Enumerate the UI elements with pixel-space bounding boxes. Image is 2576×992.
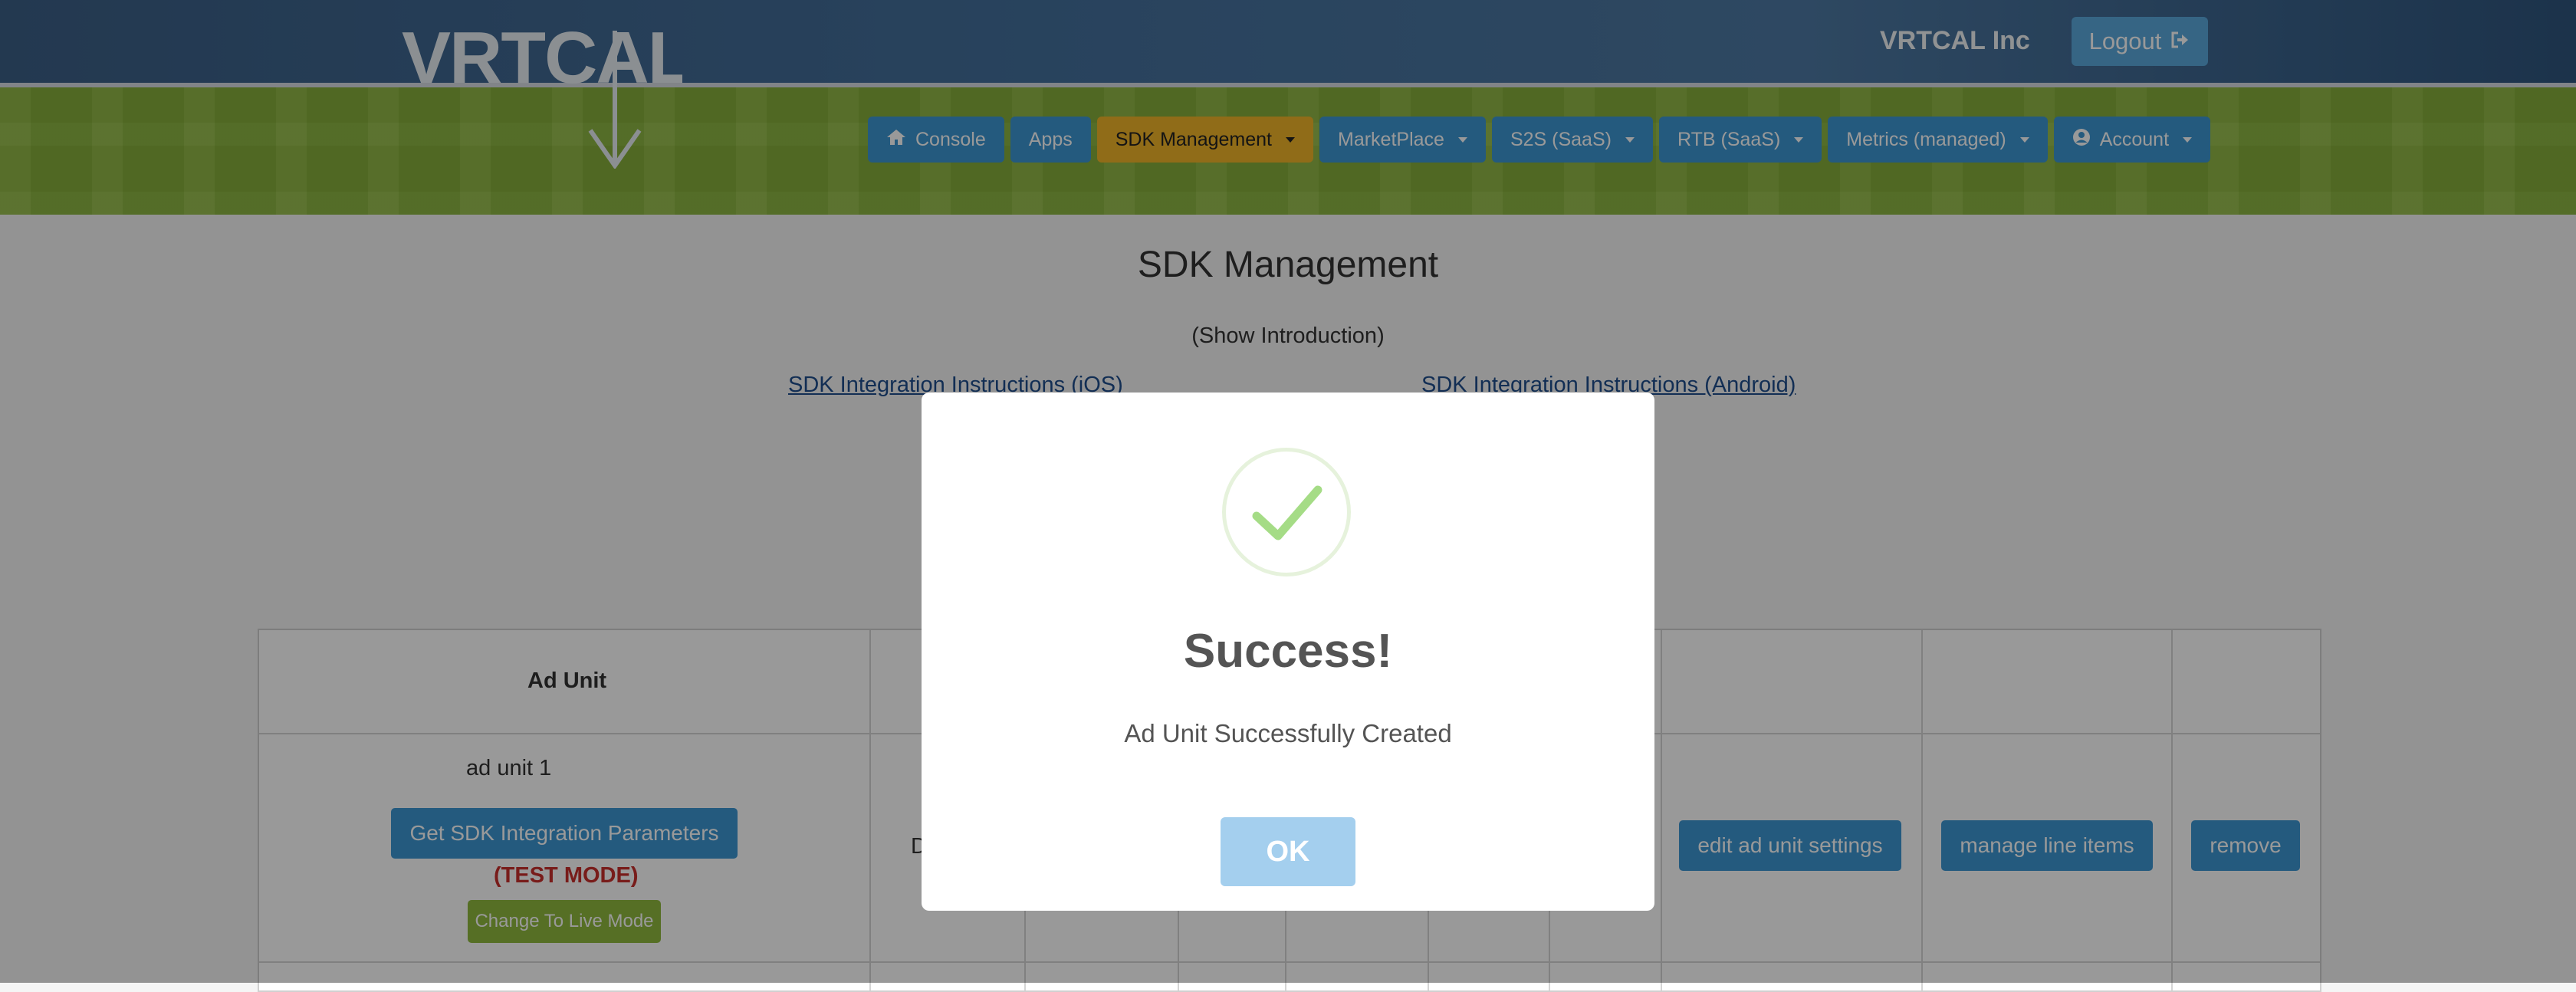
success-modal: Success! Ad Unit Successfully Created OK <box>922 393 1654 911</box>
modal-title: Success! <box>1183 625 1393 678</box>
success-check-icon <box>1222 448 1351 576</box>
modal-message: Ad Unit Successfully Created <box>1124 719 1452 747</box>
ok-button[interactable]: OK <box>1221 817 1355 886</box>
